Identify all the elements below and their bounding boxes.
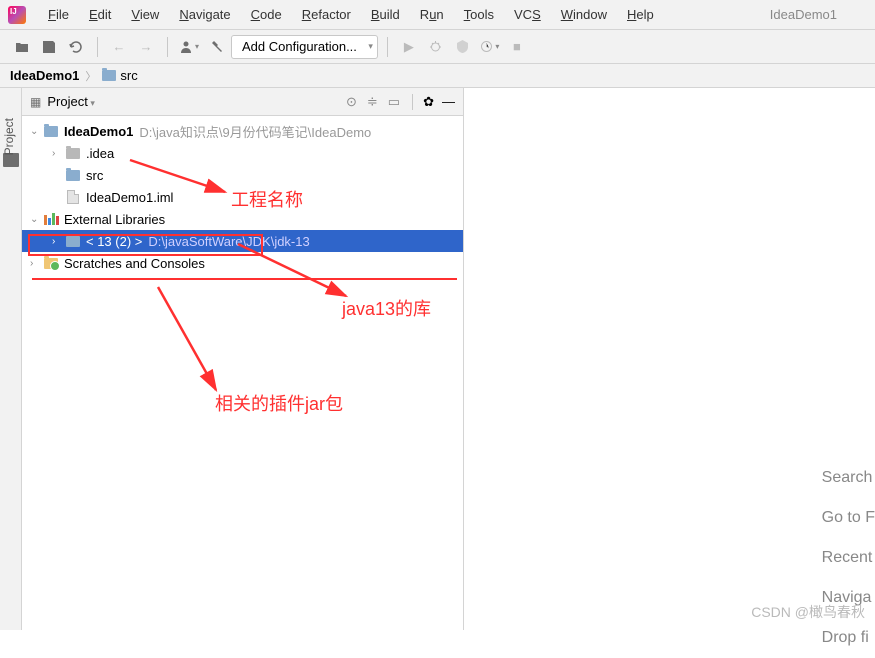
menu-navigate[interactable]: Navigate [169, 3, 240, 26]
menu-edit[interactable]: Edit [79, 3, 121, 26]
save-button[interactable] [37, 35, 61, 59]
main-area: Project ▦ Project ⊙ ≑ ▭ ✿ — ⌄ IdeaDe [0, 88, 875, 630]
project-tree: ⌄ IdeaDemo1 D:\java知识点\9月份代码笔记\IdeaDemo … [22, 116, 463, 278]
refresh-button[interactable] [64, 35, 88, 59]
hammer-button[interactable] [204, 35, 228, 59]
menu-tools[interactable]: Tools [454, 3, 504, 26]
profiler-button[interactable] [478, 35, 502, 59]
folder-icon [64, 148, 82, 159]
tree-external-libs[interactable]: ⌄ External Libraries [22, 208, 463, 230]
editor-area: Search Go to F Recent Naviga Drop fi [464, 88, 875, 630]
collapse-icon[interactable]: ≑ [367, 94, 378, 110]
menubar-project-name: IdeaDemo1 [760, 3, 847, 26]
toolbar: ← → Add Configuration... ▶ ■ [0, 30, 875, 64]
scratch-icon [42, 258, 60, 269]
app-icon [8, 6, 26, 24]
panel-header: ▦ Project ⊙ ≑ ▭ ✿ — [22, 88, 463, 116]
menu-refactor[interactable]: Refactor [292, 3, 361, 26]
menu-code[interactable]: Code [241, 3, 292, 26]
back-button[interactable]: ← [107, 35, 131, 59]
folder-icon [64, 170, 82, 181]
menu-build[interactable]: Build [361, 3, 410, 26]
expand-icon[interactable]: › [52, 236, 64, 247]
coverage-button[interactable] [451, 35, 475, 59]
forward-button[interactable]: → [134, 35, 158, 59]
panel-folder-icon: ▦ [30, 95, 41, 109]
tree-jdk[interactable]: › < 13 (2) > D:\javaSoftWare\JDK\jdk-13 [22, 230, 463, 252]
panel-actions: ⊙ ≑ ▭ [346, 94, 400, 110]
debug-button[interactable] [424, 35, 448, 59]
file-icon [64, 190, 82, 204]
panel-title[interactable]: ▦ Project [30, 94, 95, 109]
menu-view[interactable]: View [121, 3, 169, 26]
open-button[interactable] [10, 35, 34, 59]
toolbar-separator [167, 37, 168, 57]
hide-icon[interactable]: — [442, 94, 455, 110]
panel-right-actions: ✿ — [412, 94, 455, 110]
side-tab-bar: Project [0, 88, 22, 630]
locate-icon[interactable]: ⊙ [346, 94, 357, 110]
tree-idea-folder[interactable]: › .idea [22, 142, 463, 164]
expand-icon[interactable]: ▭ [388, 94, 400, 110]
menu-file[interactable]: File [38, 3, 79, 26]
tree-iml-file[interactable]: IdeaDemo1.iml [22, 186, 463, 208]
watermark: CSDN @橄鸟春秋 [751, 602, 865, 622]
profile-button[interactable] [177, 35, 201, 59]
expand-icon[interactable]: ⌄ [30, 126, 42, 137]
stop-button[interactable]: ■ [505, 35, 529, 59]
tree-root[interactable]: ⌄ IdeaDemo1 D:\java知识点\9月份代码笔记\IdeaDemo [22, 120, 463, 142]
expand-icon[interactable]: ⌄ [30, 214, 42, 225]
folder-icon [42, 126, 60, 137]
expand-icon[interactable]: › [30, 258, 42, 269]
menu-help[interactable]: Help [617, 3, 664, 26]
side-tab-project[interactable]: Project [2, 118, 16, 155]
toolbar-separator [97, 37, 98, 57]
tree-scratches[interactable]: › Scratches and Consoles [22, 252, 463, 274]
settings-icon[interactable]: ✿ [423, 94, 434, 110]
toolbar-separator [387, 37, 388, 57]
folder-icon [102, 70, 116, 81]
folder-icon [64, 236, 82, 247]
expand-icon[interactable]: › [52, 148, 64, 159]
menu-run[interactable]: Run [410, 3, 454, 26]
menu-window[interactable]: Window [551, 3, 617, 26]
tree-src-folder[interactable]: src [22, 164, 463, 186]
breadcrumb-root[interactable]: IdeaDemo1 [10, 68, 79, 83]
run-button[interactable]: ▶ [397, 35, 421, 59]
project-panel: ▦ Project ⊙ ≑ ▭ ✿ — ⌄ IdeaDemo1 D:\java知… [22, 88, 464, 630]
editor-hints: Search Go to F Recent Naviga Drop fi [822, 458, 875, 658]
menubar: File Edit View Navigate Code Refactor Bu… [0, 0, 875, 30]
library-icon [42, 213, 60, 225]
breadcrumb: IdeaDemo1 〉 src [0, 64, 875, 88]
breadcrumb-src[interactable]: src [102, 68, 137, 83]
run-config-dropdown[interactable]: Add Configuration... [231, 35, 378, 59]
menu-vcs[interactable]: VCS [504, 3, 551, 26]
breadcrumb-separator: 〉 [85, 68, 96, 84]
